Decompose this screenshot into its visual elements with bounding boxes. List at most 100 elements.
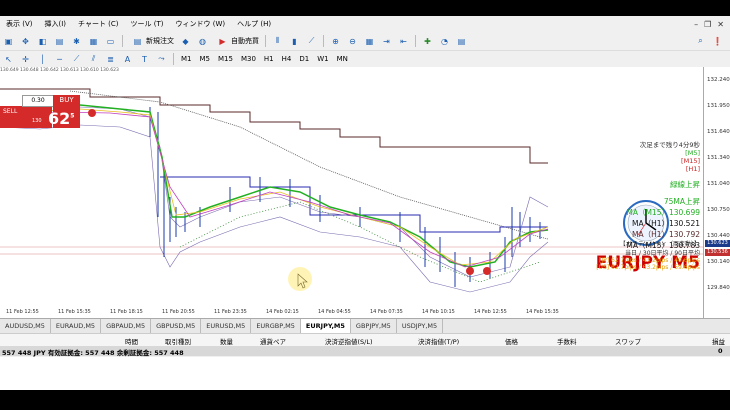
periods-icon[interactable]: ◔ [438,35,451,48]
trendline-icon[interactable]: ⟋ [70,53,83,66]
tab-gbpjpy[interactable]: GBPJPY,M5 [351,319,397,333]
menu-tools[interactable]: ツール (T) [125,19,170,29]
col-profit[interactable]: 損益 [712,336,725,346]
tf-m15[interactable]: M15 [214,55,237,63]
col-sl[interactable]: 決済逆指値(S/L) [325,336,373,346]
terminal-icon[interactable]: ▦ [87,35,100,48]
candle-chart-icon[interactable]: ▮ [288,35,301,48]
col-time[interactable]: 時間 [125,336,138,346]
autoscroll-icon[interactable]: ⇥ [380,35,393,48]
price-axis: 132.240 131.950 131.640 131.340 131.040 … [703,67,730,318]
tab-euraud[interactable]: EURAUD,M5 [51,319,102,333]
col-swap[interactable]: スワップ [615,336,641,346]
alert-icon[interactable]: ❗ [711,35,724,48]
zoom-out-icon[interactable]: ⊖ [346,35,359,48]
chart-tabs: AUDUSD,M5 EURAUD,M5 GBPAUD,M5 GBPUSD,M5 … [0,318,730,333]
auto-trade-icon: ▶ [219,36,226,46]
templates-icon[interactable]: ▤ [455,35,468,48]
tf-h4[interactable]: H4 [278,55,296,63]
price-chart[interactable]: 次足まで残り4分9秒 [M5] [M15] [H1] 緑線上昇 75MA上昇 M… [0,67,703,318]
minimize-button[interactable]: – [694,20,698,29]
fibonacci-icon[interactable]: ≣ [104,53,117,66]
tester-icon[interactable]: ▭ [104,35,117,48]
time-label: 11 Feb 15:35 [58,309,91,315]
menu-help[interactable]: ヘルプ (H) [231,19,277,29]
horizontal-line-icon[interactable]: ─ [53,53,66,66]
tab-gbpaud[interactable]: GBPAUD,M5 [101,319,152,333]
tab-eurusd[interactable]: EURUSD,M5 [201,319,252,333]
vertical-line-icon[interactable]: │ [36,53,49,66]
lot-input[interactable]: 0.30 [22,95,54,107]
tab-eurgbp[interactable]: EURGBP,M5 [251,319,301,333]
separator [415,35,416,47]
auto-trade-button[interactable]: ▶ 自動売買 [214,35,259,48]
metaeditor-icon[interactable]: ◆ [179,35,192,48]
line-chart-icon[interactable]: ⟋ [305,35,318,48]
search-icon[interactable]: ⌕ [694,35,707,48]
channel-icon[interactable]: ⫽ [87,53,100,66]
tab-gbpusd[interactable]: GBPUSD,M5 [151,319,202,333]
tf-m5[interactable]: M5 [196,55,215,63]
separator [122,35,123,47]
price-label: 132.240 [707,77,730,83]
restore-button[interactable]: ❐ [704,20,711,29]
ma75-status: 75MA上昇 [663,197,700,206]
new-chart-icon[interactable]: ▣ [2,35,15,48]
tf-m30[interactable]: M30 [237,55,260,63]
time-label: 14 Feb 04:55 [318,309,351,315]
market-watch-icon[interactable]: ▤ [53,35,66,48]
col-commission[interactable]: 手数料 [557,336,577,346]
menu-chart[interactable]: チャート (C) [72,19,125,29]
screen: 表示 (V) 挿入(I) チャート (C) ツール (T) ウィンドウ (W) … [0,0,730,410]
label-icon[interactable]: T [138,53,151,66]
balance-row[interactable]: 557 448 JPY 有効証拠金: 557 448 余剰証拠金: 557 44… [0,346,730,357]
menu-window[interactable]: ウィンドウ (W) [170,19,232,29]
menu-insert[interactable]: 挿入(I) [38,19,72,29]
chart-shift-icon[interactable]: ⇤ [397,35,410,48]
col-volume[interactable]: 数量 [220,336,233,346]
zoom-in-icon[interactable]: ⊕ [329,35,342,48]
text-icon[interactable]: A [121,53,134,66]
ma-h1-value-a: MA（H1）130.521 [631,219,700,228]
new-order-button[interactable]: ▤ 新規注文 [129,35,174,48]
tab-usdjpy[interactable]: USDJPY,M5 [397,319,444,333]
tile-windows-icon[interactable]: ▦ [363,35,376,48]
cursor-icon[interactable]: ↖ [2,53,15,66]
arrows-icon[interactable]: ⤳ [155,53,168,66]
col-price[interactable]: 価格 [505,336,518,346]
price-label: 131.040 [707,181,730,187]
price-label: 131.640 [707,129,730,135]
col-tp[interactable]: 決済指値(T/P) [418,336,459,346]
col-type[interactable]: 取引種別 [165,336,191,346]
mt4-window: 表示 (V) 挿入(I) チャート (C) ツール (T) ウィンドウ (W) … [0,16,730,390]
bollinger-upper [0,106,549,278]
close-button[interactable]: ✕ [717,20,724,29]
tf-w1[interactable]: W1 [313,55,332,63]
next-bar-countdown: 次足まで残り4分9秒 [639,141,700,149]
trend-status: 緑線上昇 [670,180,700,189]
profiles-icon[interactable]: ◧ [36,35,49,48]
tf-mn[interactable]: MN [333,55,352,63]
tab-eurjpy[interactable]: EURJPY,M5 [300,319,351,333]
ma-magenta-line [0,111,549,268]
tf-m5-status: [M5] [685,149,700,157]
bar-chart-icon[interactable]: ⫴ [271,35,284,48]
tf-d1[interactable]: D1 [295,55,313,63]
crosshair-icon[interactable]: ✛ [19,53,32,66]
menu-bar: 表示 (V) 挿入(I) チャート (C) ツール (T) ウィンドウ (W) … [0,16,730,32]
separator [265,35,266,47]
move-icon[interactable]: ✥ [19,35,32,48]
globe-icon[interactable]: ◍ [196,35,209,48]
indicators-icon[interactable]: ✚ [421,35,434,48]
col-symbol[interactable]: 通貨ペア [260,336,286,346]
tf-h1[interactable]: H1 [260,55,278,63]
tf-m1[interactable]: M1 [177,55,196,63]
sell-button[interactable]: SELL 130 [0,106,52,128]
time-label: 11 Feb 20:55 [162,309,195,315]
price-strip: 130.649 130.648 130.642 130.613 130.610 … [0,68,119,73]
h1-ma-step-line [0,88,548,164]
vol-title: 【ボラティリティ（両変動）】 [619,241,700,248]
menu-view[interactable]: 表示 (V) [0,19,38,29]
tab-audusd[interactable]: AUDUSD,M5 [0,319,51,333]
navigator-icon[interactable]: ✱ [70,35,83,48]
